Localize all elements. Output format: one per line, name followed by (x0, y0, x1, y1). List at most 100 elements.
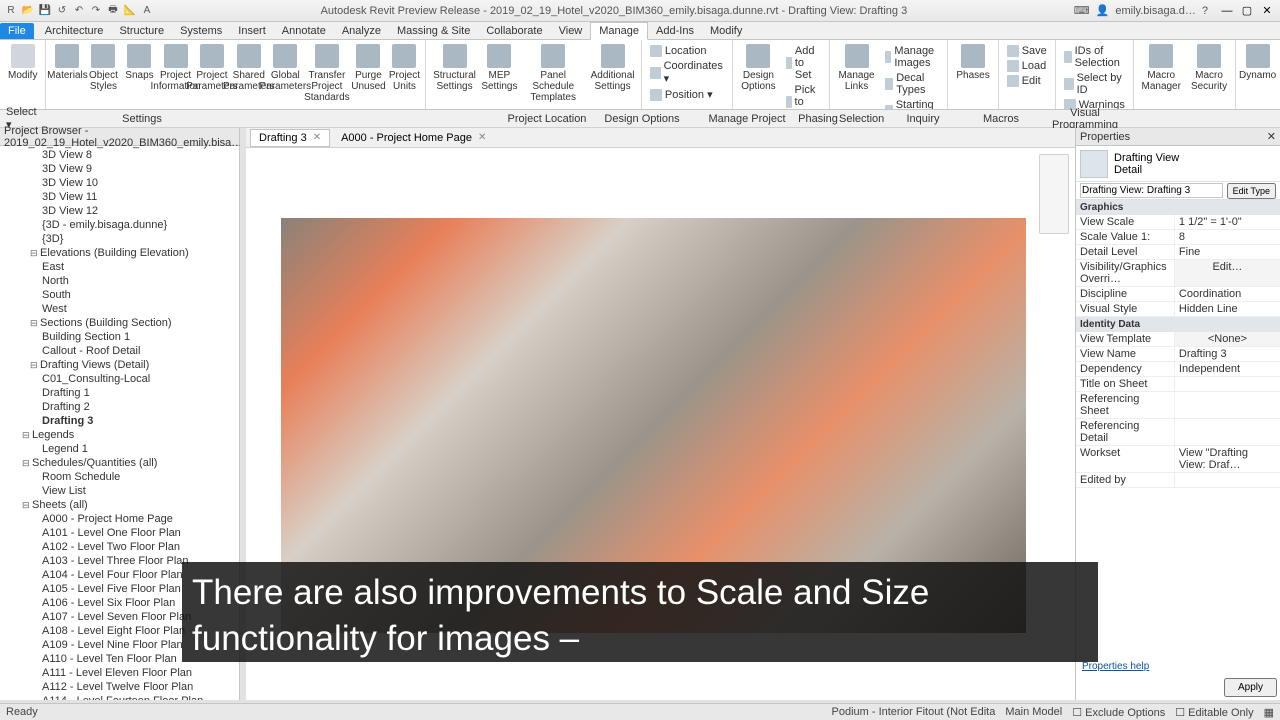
visibility-graphics-button[interactable]: Edit… (1174, 260, 1280, 286)
design-options-button[interactable]: Design Options (737, 42, 779, 94)
tree-item[interactable]: A114 - Level Fourteen Floor Plan (2, 694, 237, 700)
tree-item[interactable]: West (2, 302, 237, 316)
redo-icon[interactable]: ↷ (89, 4, 103, 18)
tree-item[interactable]: Legends (2, 428, 237, 442)
scale-value-field[interactable]: 8 (1174, 230, 1280, 244)
project-units-button[interactable]: Project Units (387, 42, 421, 94)
macro-manager-button[interactable]: Macro Manager (1138, 42, 1185, 94)
keyboard-icon[interactable]: ⌨ (1074, 4, 1090, 17)
tab-annotate[interactable]: Annotate (274, 23, 334, 39)
location-button[interactable]: Location (648, 44, 726, 58)
additional-settings-button[interactable]: Additional Settings (588, 42, 637, 94)
tab-massing[interactable]: Massing & Site (389, 23, 478, 39)
view-name-field[interactable]: Drafting 3 (1174, 347, 1280, 361)
tree-item[interactable]: Room Schedule (2, 470, 237, 484)
panel-schedule-button[interactable]: Panel Schedule Templates (520, 42, 586, 105)
tab-manage[interactable]: Manage (590, 22, 648, 40)
tree-item[interactable]: Schedules/Quantities (all) (2, 456, 237, 470)
edit-selection-button[interactable]: Edit (1005, 74, 1049, 88)
tab-collaborate[interactable]: Collaborate (478, 23, 550, 39)
tree-item[interactable]: Drafting 3 (2, 414, 237, 428)
view-template-button[interactable]: <None> (1174, 332, 1280, 346)
help-icon[interactable]: ? (1202, 5, 1208, 17)
print-icon[interactable]: 🖶 (106, 4, 120, 18)
user-name[interactable]: emily.bisaga.d… (1115, 5, 1196, 17)
phases-button[interactable]: Phases (952, 42, 993, 83)
tree-item[interactable]: 3D View 11 (2, 190, 237, 204)
dynamo-button[interactable]: Dynamo (1240, 42, 1274, 83)
tree-item[interactable]: {3D - emily.bisaga.dunne} (2, 218, 237, 232)
detail-level-field[interactable]: Fine (1174, 245, 1280, 259)
apply-button[interactable]: Apply (1224, 678, 1277, 697)
minimize-button[interactable]: — (1218, 4, 1236, 18)
mep-settings-button[interactable]: MEP Settings (481, 42, 519, 94)
decal-types-button[interactable]: Decal Types (883, 71, 942, 97)
global-params-button[interactable]: Global Parameters (268, 42, 302, 94)
object-styles-button[interactable]: Object Styles (86, 42, 120, 94)
open-icon[interactable]: 📂 (21, 4, 35, 18)
user-icon[interactable]: 👤 (1096, 4, 1110, 17)
tree-item[interactable]: Drafting 2 (2, 400, 237, 414)
selection-filter-icon[interactable]: ▦ (1264, 706, 1274, 719)
category-graphics[interactable]: Graphics (1076, 200, 1280, 215)
tree-item[interactable]: Sections (Building Section) (2, 316, 237, 330)
structural-settings-button[interactable]: Structural Settings (430, 42, 478, 94)
tab-modify[interactable]: Modify (702, 23, 750, 39)
view-tab-drafting3[interactable]: Drafting 3✕ (250, 129, 330, 147)
discipline-field[interactable]: Coordination (1174, 287, 1280, 301)
tree-item[interactable]: Building Section 1 (2, 330, 237, 344)
tree-item[interactable]: A111 - Level Eleven Floor Plan (2, 666, 237, 680)
tree-item[interactable]: A112 - Level Twelve Floor Plan (2, 680, 237, 694)
close-icon[interactable]: ✕ (478, 132, 486, 143)
starting-view-button[interactable]: Starting View (883, 98, 942, 110)
tree-item[interactable]: C01_Consulting-Local (2, 372, 237, 386)
tree-item[interactable]: Drafting Views (Detail) (2, 358, 237, 372)
sync-icon[interactable]: ↺ (55, 4, 69, 18)
load-selection-button[interactable]: Load (1005, 59, 1049, 73)
status-exclude-options[interactable]: ☐ Exclude Options (1072, 706, 1165, 719)
title-on-sheet-field[interactable] (1174, 377, 1280, 391)
tab-analyze[interactable]: Analyze (334, 23, 389, 39)
tree-item[interactable]: Elevations (Building Elevation) (2, 246, 237, 260)
tree-item[interactable]: 3D View 12 (2, 204, 237, 218)
tab-architecture[interactable]: Architecture (37, 23, 112, 39)
purge-unused-button[interactable]: Purge Unused (351, 42, 385, 94)
select-by-id-button[interactable]: Select by ID (1062, 71, 1127, 97)
tree-item[interactable]: Sheets (all) (2, 498, 237, 512)
pick-to-edit-button[interactable]: Pick to Edit (784, 83, 824, 110)
status-editable-only[interactable]: ☐ Editable Only (1175, 706, 1253, 719)
status-workset[interactable]: Podium - Interior Fitout (Not Edita (832, 706, 996, 718)
edit-type-button[interactable]: Edit Type (1227, 183, 1276, 199)
manage-images-button[interactable]: Manage Images (883, 44, 942, 70)
tab-view[interactable]: View (551, 23, 591, 39)
tree-item[interactable]: A102 - Level Two Floor Plan (2, 540, 237, 554)
tree-item[interactable]: North (2, 274, 237, 288)
maximize-button[interactable]: ▢ (1238, 4, 1256, 18)
text-icon[interactable]: A (140, 4, 154, 18)
ids-of-selection-button[interactable]: IDs of Selection (1062, 44, 1127, 70)
materials-button[interactable]: Materials (50, 42, 84, 83)
close-icon[interactable]: ✕ (1267, 130, 1276, 143)
undo-icon[interactable]: ↶ (72, 4, 86, 18)
tree-item[interactable]: Drafting 1 (2, 386, 237, 400)
tab-systems[interactable]: Systems (172, 23, 230, 39)
tree-item[interactable]: A000 - Project Home Page (2, 512, 237, 526)
close-button[interactable]: ✕ (1258, 4, 1276, 18)
view-tab-a000[interactable]: A000 - Project Home Page✕ (332, 129, 495, 147)
tree-item[interactable]: 3D View 10 (2, 176, 237, 190)
position-button[interactable]: Position ▾ (648, 87, 726, 102)
tree-item[interactable]: Legend 1 (2, 442, 237, 456)
manage-links-button[interactable]: Manage Links (834, 42, 878, 94)
add-to-set-button[interactable]: Add to Set (784, 44, 824, 82)
tree-item[interactable]: View List (2, 484, 237, 498)
save-selection-button[interactable]: Save (1005, 44, 1049, 58)
tab-file[interactable]: File (0, 23, 34, 39)
tab-addins[interactable]: Add-Ins (648, 23, 702, 39)
close-icon[interactable]: ✕ (313, 132, 321, 143)
measure-icon[interactable]: 📐 (123, 4, 137, 18)
modify-button[interactable]: Modify (4, 42, 41, 83)
category-identity[interactable]: Identity Data (1076, 317, 1280, 332)
coordinates-button[interactable]: Coordinates ▾ (648, 59, 726, 86)
tree-item[interactable]: {3D} (2, 232, 237, 246)
tree-item[interactable]: 3D View 9 (2, 162, 237, 176)
